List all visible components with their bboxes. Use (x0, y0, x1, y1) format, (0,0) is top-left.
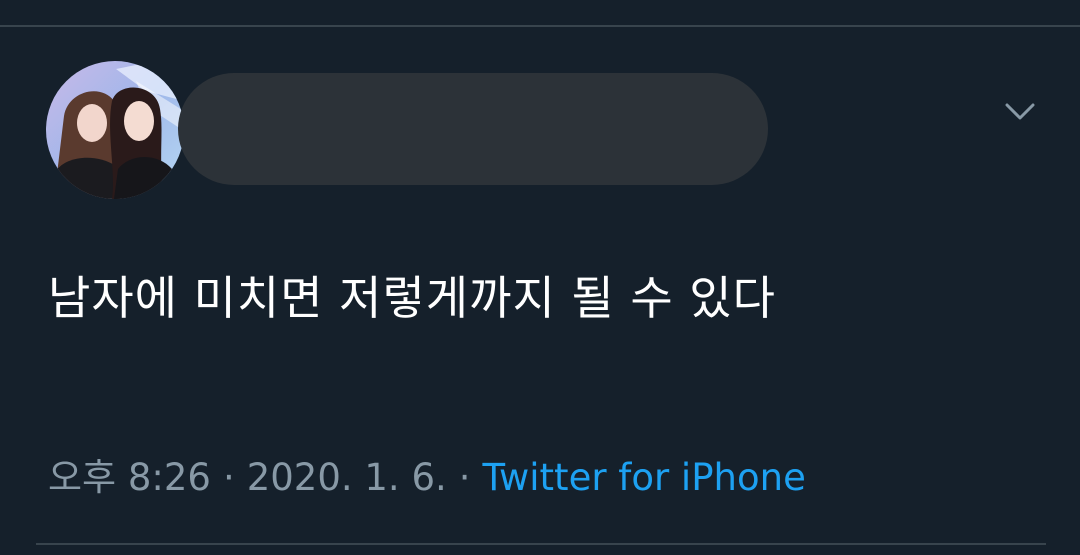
top-divider (0, 25, 1080, 27)
tweet-text: 남자에 미치면 저렇게까지 될 수 있다 (48, 271, 776, 325)
bottom-divider (36, 543, 1046, 545)
chevron-down-icon[interactable] (998, 90, 1042, 134)
avatar[interactable] (46, 61, 184, 199)
separator: · (222, 456, 235, 499)
tweet-time[interactable]: 오후 8:26 (48, 456, 211, 499)
tweet-source-link[interactable]: Twitter for iPhone (483, 456, 806, 499)
separator: · (458, 456, 471, 499)
redacted-username (178, 73, 768, 185)
tweet-meta: 오후 8:26 · 2020. 1. 6. · Twitter for iPhone (48, 454, 806, 502)
tweet-date[interactable]: 2020. 1. 6. (247, 456, 447, 499)
